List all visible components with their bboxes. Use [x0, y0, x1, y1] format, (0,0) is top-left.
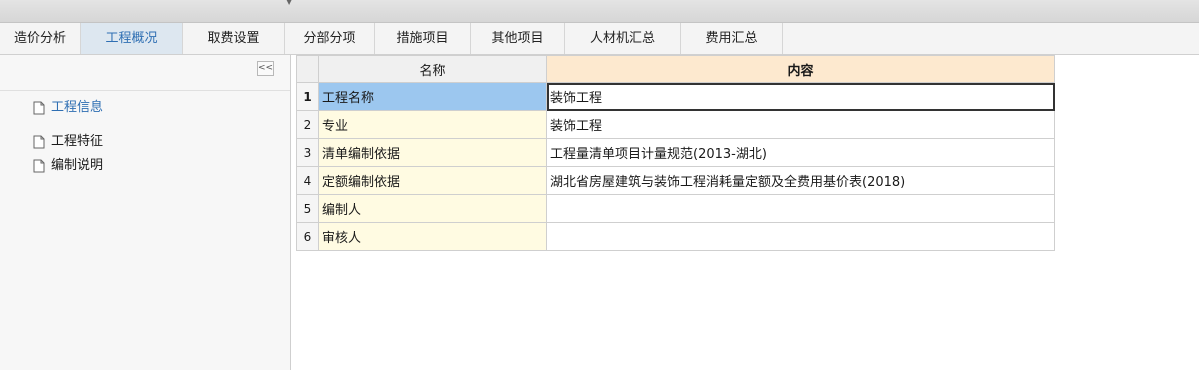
table-row[interactable]: 1 工程名称 装饰工程: [296, 82, 1055, 111]
name-cell[interactable]: 专业: [318, 110, 547, 139]
sidebar-item-project-info[interactable]: 工程信息: [33, 98, 103, 118]
row-number: 5: [296, 194, 319, 223]
name-cell[interactable]: 工程名称: [318, 82, 547, 111]
sidebar-item-label: 工程信息: [51, 100, 104, 115]
row-number: 6: [296, 222, 319, 251]
row-number: 4: [296, 166, 319, 195]
table-row[interactable]: 4 定额编制依据 湖北省房屋建筑与装饰工程消耗量定额及全费用基价表(2018): [296, 166, 1055, 195]
document-icon: [33, 101, 45, 115]
dropdown-caret-icon[interactable]: ▼: [286, 0, 292, 6]
top-toolbar: ▼: [0, 0, 1199, 23]
name-cell[interactable]: 审核人: [318, 222, 547, 251]
value-cell[interactable]: 装饰工程: [546, 110, 1055, 139]
grid-header-row: 名称 内容: [296, 55, 1055, 83]
collapse-pane-button[interactable]: <<: [257, 61, 274, 76]
left-nav-pane: << 工程信息 工程特征 编制说明: [0, 55, 291, 370]
table-row[interactable]: 6 审核人: [296, 222, 1055, 251]
row-number: 1: [296, 82, 319, 111]
content-column-header[interactable]: 内容: [546, 55, 1055, 83]
double-chevron-left-icon: <<: [258, 63, 274, 73]
value-cell[interactable]: [546, 194, 1055, 223]
row-number: 3: [296, 138, 319, 167]
name-cell[interactable]: 定额编制依据: [318, 166, 547, 195]
document-icon: [33, 135, 45, 149]
tab-cost-analysis[interactable]: 造价分析: [0, 23, 81, 54]
name-column-header[interactable]: 名称: [318, 55, 547, 83]
table-row[interactable]: 2 专业 装饰工程: [296, 110, 1055, 139]
project-info-grid: 名称 内容 1 工程名称 装饰工程 2 专业 装饰工程 3 清单编制依据 工程量…: [296, 55, 1055, 251]
value-cell[interactable]: 工程量清单项目计量规范(2013-湖北): [546, 138, 1055, 167]
document-icon: [33, 159, 45, 173]
sidebar-item-project-features[interactable]: 工程特征: [33, 132, 103, 152]
tab-cost-summary[interactable]: 费用汇总: [681, 23, 783, 54]
table-row[interactable]: 5 编制人: [296, 194, 1055, 223]
tab-measures[interactable]: 措施项目: [375, 23, 471, 54]
value-cell[interactable]: [546, 222, 1055, 251]
table-row[interactable]: 3 清单编制依据 工程量清单项目计量规范(2013-湖北): [296, 138, 1055, 167]
sidebar-item-label: 编制说明: [51, 158, 104, 173]
name-cell[interactable]: 编制人: [318, 194, 547, 223]
name-cell[interactable]: 清单编制依据: [318, 138, 547, 167]
tab-sub-items[interactable]: 分部分项: [285, 23, 375, 54]
row-number-header: [296, 55, 319, 83]
value-cell[interactable]: 装饰工程: [546, 82, 1055, 111]
main-tab-bar: 造价分析 工程概况 取费设置 分部分项 措施项目 其他项目 人材机汇总 费用汇总: [0, 23, 1199, 55]
row-number: 2: [296, 110, 319, 139]
tab-other-items[interactable]: 其他项目: [471, 23, 565, 54]
pane-divider: [0, 90, 290, 91]
tab-project-overview[interactable]: 工程概况: [81, 23, 183, 54]
sidebar-item-compilation-notes[interactable]: 编制说明: [33, 156, 103, 176]
sidebar-item-label: 工程特征: [51, 134, 104, 149]
value-cell[interactable]: 湖北省房屋建筑与装饰工程消耗量定额及全费用基价表(2018): [546, 166, 1055, 195]
tab-fee-settings[interactable]: 取费设置: [183, 23, 285, 54]
tab-labor-material-summary[interactable]: 人材机汇总: [565, 23, 681, 54]
